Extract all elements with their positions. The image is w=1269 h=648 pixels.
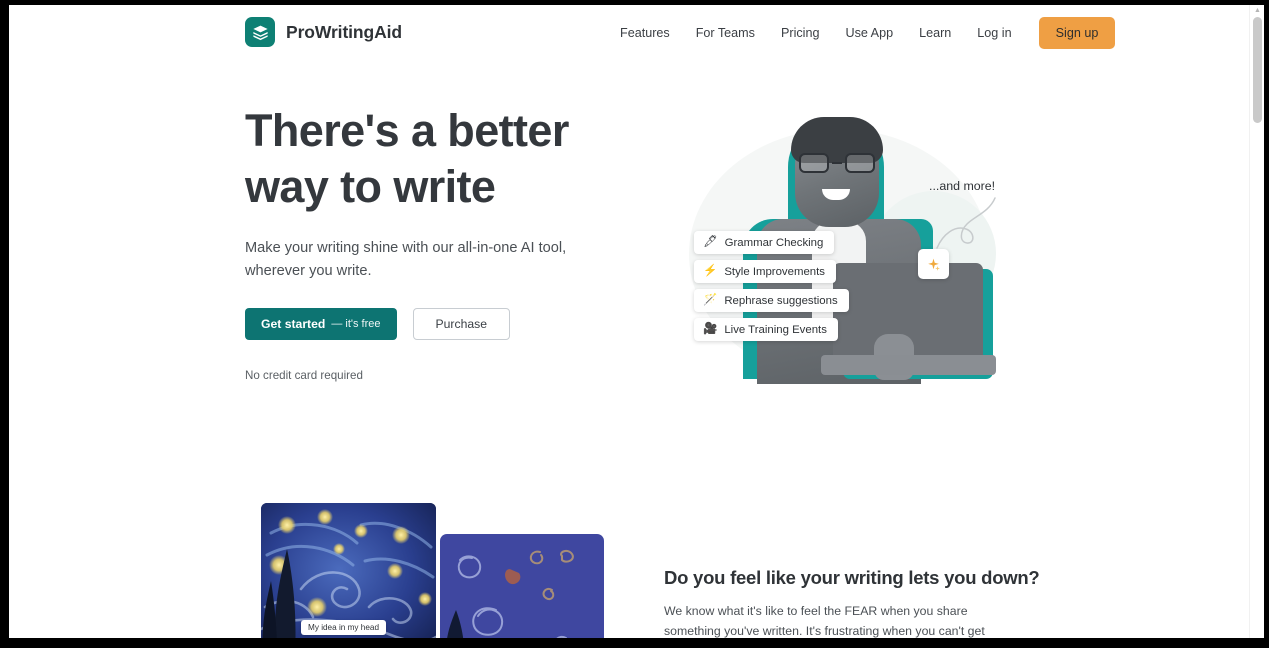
feather-pen-icon: 🖋 (703, 235, 718, 248)
glasses-icon (799, 153, 875, 173)
feature-chip-style-improvements[interactable]: ⚡ Style Improvements (694, 260, 836, 283)
nav-link-for-teams[interactable]: For Teams (683, 17, 768, 49)
feature-chip-live-training-events[interactable]: 🎥 Live Training Events (694, 318, 838, 341)
feature-chip-label: Rephrase suggestions (724, 294, 838, 307)
squiggle-arrow-icon (936, 197, 996, 249)
get-started-button[interactable]: Get started — it's free (245, 308, 397, 340)
brand-name: ProWritingAid (286, 21, 403, 42)
lower-copy: Do you feel like your writing lets you d… (664, 567, 1040, 638)
and-more-label: ...and more! (929, 179, 996, 193)
page-content: ProWritingAid Features For Teams Pricing… (9, 5, 1264, 638)
video-camera-icon: 🎥 (703, 322, 718, 335)
lower-illustration: My idea in my head (254, 501, 604, 638)
get-started-sublabel: — it's free (331, 318, 381, 330)
primary-navigation: Features For Teams Pricing Use App Learn… (607, 17, 1116, 49)
feature-chip-label: Live Training Events (724, 323, 827, 336)
laptop-base-icon (821, 355, 996, 375)
sign-up-button[interactable]: Sign up (1038, 17, 1116, 49)
idea-in-my-head-label: My idea in my head (301, 620, 386, 635)
magic-wand-icon: 🪄 (703, 293, 718, 306)
lightning-bolt-icon: ⚡ (703, 264, 718, 277)
nav-link-log-in[interactable]: Log in (964, 17, 1024, 49)
feature-chip-grammar-checking[interactable]: 🖋 Grammar Checking (694, 231, 835, 254)
browser-window: ProWritingAid Features For Teams Pricing… (0, 0, 1269, 648)
page-title: There's a better way to write (245, 103, 605, 215)
purple-doodle-panel (440, 534, 604, 638)
starry-night-painting (261, 503, 436, 638)
feature-chip-label: Style Improvements (724, 265, 825, 278)
nav-link-features[interactable]: Features (607, 17, 683, 49)
lower-section-body: We know what it's like to feel the FEAR … (664, 604, 985, 638)
hero-illustration: 🖋 Grammar Checking ⚡ Style Improvements … (681, 101, 1021, 401)
nav-link-learn[interactable]: Learn (906, 17, 964, 49)
get-started-label: Get started (261, 317, 326, 331)
brand-logo-link[interactable]: ProWritingAid (245, 17, 402, 47)
hero-copy: There's a better way to write Make your … (245, 103, 605, 382)
scroll-up-arrow-icon[interactable]: ▲ (1254, 7, 1261, 14)
hero-action-row: Get started — it's free Purchase (245, 308, 605, 340)
nav-link-pricing[interactable]: Pricing (768, 17, 833, 49)
window-chrome-left (0, 0, 9, 648)
feature-chip-list: 🖋 Grammar Checking ⚡ Style Improvements … (694, 231, 849, 341)
book-pages-icon (245, 17, 275, 47)
nav-link-use-app[interactable]: Use App (832, 17, 906, 49)
hero-subtitle: Make your writing shine with our all-in-… (245, 240, 567, 279)
hero-title-line-2: way to write (245, 161, 496, 212)
no-credit-card-note: No credit card required (245, 369, 363, 382)
site-header: ProWritingAid Features For Teams Pricing… (9, 5, 1249, 61)
purchase-button[interactable]: Purchase (412, 308, 511, 340)
glasses-bridge-icon (832, 161, 842, 165)
feature-chip-rephrase-suggestions[interactable]: 🪄 Rephrase suggestions (694, 289, 849, 312)
window-chrome-right (1264, 0, 1269, 648)
glasses-lens-right-icon (845, 153, 875, 173)
page-scrollbar[interactable]: ▲ (1249, 5, 1264, 638)
feature-chip-label: Grammar Checking (724, 236, 824, 249)
scrollbar-thumb[interactable] (1253, 17, 1262, 123)
hero-title-line-1: There's a better (245, 105, 569, 156)
lower-section-title: Do you feel like your writing lets you d… (664, 567, 1040, 588)
glasses-lens-left-icon (799, 153, 829, 173)
window-chrome-bottom (0, 638, 1269, 648)
